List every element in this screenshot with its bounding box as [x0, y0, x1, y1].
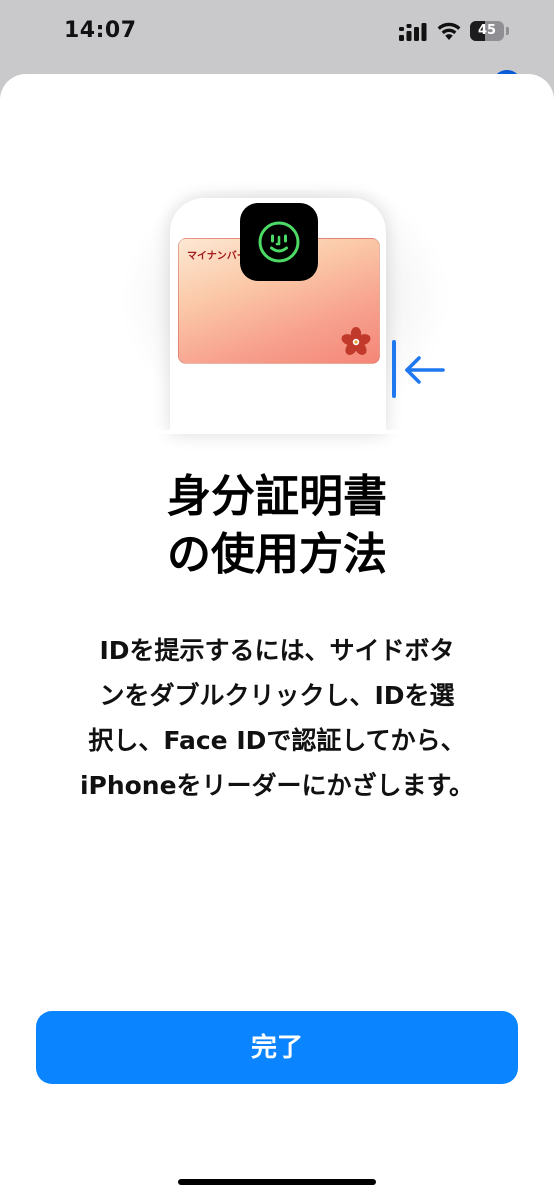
- home-indicator[interactable]: [178, 1179, 376, 1185]
- description-line-1: IDを提示するには、サイドボタ: [99, 636, 455, 665]
- done-button[interactable]: 完了: [36, 1011, 518, 1084]
- description-line-4: iPhoneをリーダーにかざします。: [79, 771, 475, 800]
- battery-icon: 45: [470, 21, 510, 41]
- title-line-1: 身分証明書: [167, 471, 387, 522]
- description-line-2: ンをダブルクリックし、IDを選: [99, 681, 455, 710]
- arrow-left-icon: [405, 356, 445, 384]
- face-id-icon: [258, 221, 300, 263]
- side-button-indicator: [392, 340, 396, 398]
- illustration-cutoff: [0, 430, 554, 434]
- sakura-icon: [341, 327, 371, 355]
- status-bar: 14:07 45: [0, 0, 554, 100]
- battery-body: 45: [470, 21, 504, 41]
- title-line-2: の使用方法: [167, 529, 387, 580]
- status-time: 14:07: [64, 18, 137, 43]
- battery-cap: [506, 27, 509, 35]
- description-line-3: 択し、Face IDで認証してから、: [88, 726, 466, 755]
- wifi-icon: [437, 22, 461, 40]
- instructions-text: IDを提示するには、サイドボタ ンをダブルクリックし、IDを選 択し、Face …: [28, 628, 526, 808]
- battery-level: 45: [477, 23, 497, 38]
- page-title: 身分証明書 の使用方法: [0, 468, 554, 584]
- cellular-signal-icon: [399, 23, 427, 41]
- card-label: マイナンバー: [187, 251, 247, 262]
- face-id-badge: [240, 203, 318, 281]
- id-usage-sheet: マイナンバー 身分証明書 の使用方法 IDを提示するには、サイドボタ ンをダブル…: [0, 74, 554, 1200]
- iphone-illustration: マイナンバー: [118, 170, 458, 434]
